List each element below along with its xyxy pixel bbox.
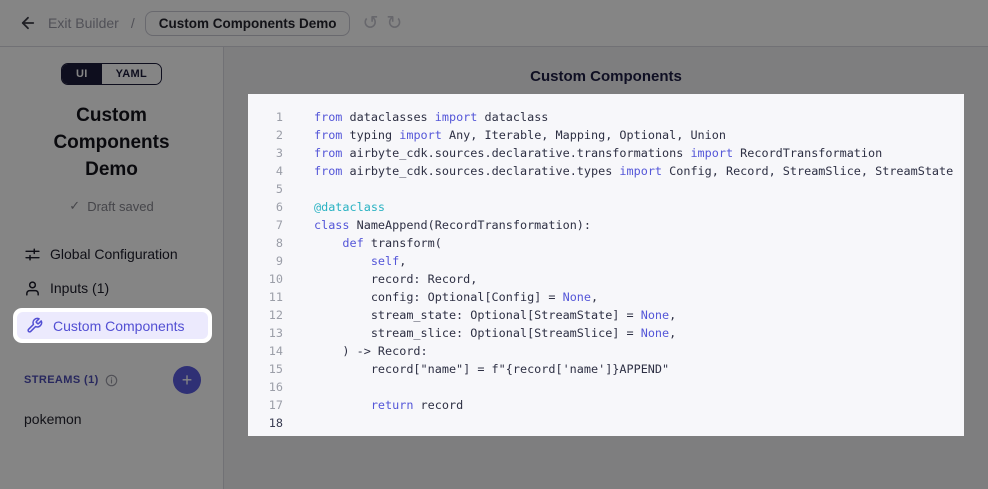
sidebar-item-label: Global Configuration xyxy=(50,246,178,262)
top-bar: Exit Builder / Custom Components Demo ↺ … xyxy=(0,0,988,47)
code-line[interactable]: 15 record["name"] = f"{record['name']}AP… xyxy=(248,360,964,378)
sidebar-item-label: Custom Components xyxy=(53,318,185,334)
line-number: 12 xyxy=(248,306,283,324)
code-line[interactable]: 13 stream_slice: Optional[StreamSlice] =… xyxy=(248,324,964,342)
line-number: 2 xyxy=(248,126,283,144)
body-layout: UI YAML Custom Components Demo ✓ Draft s… xyxy=(0,47,988,489)
code-line[interactable]: 14 ) -> Record: xyxy=(248,342,964,360)
info-icon[interactable] xyxy=(105,374,118,387)
code-line[interactable]: 4 from airbyte_cdk.sources.declarative.ty… xyxy=(248,162,964,180)
line-number: 7 xyxy=(248,216,283,234)
section-heading: Custom Components xyxy=(530,68,682,85)
streams-section-header: STREAMS (1) + xyxy=(0,366,223,394)
line-number: 17 xyxy=(248,396,283,414)
line-number: 3 xyxy=(248,144,283,162)
mode-toggle: UI YAML xyxy=(0,63,223,85)
line-number: 8 xyxy=(248,234,283,252)
code-text[interactable]: ) -> Record: xyxy=(314,342,428,360)
code-line[interactable]: 11 config: Optional[Config] = None, xyxy=(248,288,964,306)
code-line[interactable]: 18 xyxy=(248,414,964,432)
sidebar-nav: Global Configuration Inputs (1) Custom C… xyxy=(0,237,223,345)
code-text[interactable]: record["name"] = f"{record['name']}APPEN… xyxy=(314,360,669,378)
arrow-left-icon xyxy=(19,14,37,32)
sidebar-item-inputs[interactable]: Inputs (1) xyxy=(0,271,223,305)
tour-spotlight-ring: Custom Components xyxy=(13,308,212,343)
check-icon: ✓ xyxy=(69,198,80,214)
code-text[interactable]: from airbyte_cdk.sources.declarative.tra… xyxy=(314,144,882,162)
sliders-icon xyxy=(24,246,41,263)
breadcrumb-separator: / xyxy=(131,15,135,31)
line-number: 6 xyxy=(248,198,283,216)
line-number: 13 xyxy=(248,324,283,342)
draft-status-label: Draft saved xyxy=(87,199,153,214)
code-line[interactable]: 6 @dataclass xyxy=(248,198,964,216)
sidebar: UI YAML Custom Components Demo ✓ Draft s… xyxy=(0,47,224,489)
exit-builder-link[interactable]: Exit Builder xyxy=(48,15,119,31)
main-panel: Custom Components 1 from dataclasses impo… xyxy=(224,47,988,489)
code-editor[interactable]: 1 from dataclasses import dataclass 2 from … xyxy=(248,94,964,436)
line-number: 11 xyxy=(248,288,283,306)
line-number: 5 xyxy=(248,180,283,198)
line-number: 18 xyxy=(248,414,283,432)
code-text[interactable]: class NameAppend(RecordTransformation): xyxy=(314,216,591,234)
sidebar-item-global-configuration[interactable]: Global Configuration xyxy=(0,237,223,271)
project-title: Custom Components Demo xyxy=(37,102,187,183)
code-line[interactable]: 5 xyxy=(248,180,964,198)
code-line[interactable]: 17 return record xyxy=(248,396,964,414)
tab-yaml[interactable]: YAML xyxy=(102,64,161,84)
code-line[interactable]: 1 from dataclasses import dataclass xyxy=(248,108,964,126)
line-number: 4 xyxy=(248,162,283,180)
code-text[interactable]: self, xyxy=(314,252,406,270)
wrench-icon xyxy=(26,317,43,334)
tab-ui[interactable]: UI xyxy=(62,64,102,84)
code-text[interactable]: @dataclass xyxy=(314,198,385,216)
line-number: 9 xyxy=(248,252,283,270)
code-line[interactable]: 7 class NameAppend(RecordTransformation): xyxy=(248,216,964,234)
user-icon xyxy=(24,280,41,297)
code-text[interactable]: from dataclasses import dataclass xyxy=(314,108,548,126)
line-number: 1 xyxy=(248,108,283,126)
code-text[interactable]: from typing import Any, Iterable, Mappin… xyxy=(314,126,726,144)
code-text[interactable]: stream_state: Optional[StreamState] = No… xyxy=(314,306,676,324)
history-controls: ↺ ↻ xyxy=(362,14,402,33)
code-text[interactable]: record: Record, xyxy=(314,270,477,288)
project-name-input[interactable]: Custom Components Demo xyxy=(145,11,351,36)
line-number: 10 xyxy=(248,270,283,288)
code-text[interactable]: from airbyte_cdk.sources.declarative.typ… xyxy=(314,162,953,180)
redo-icon[interactable]: ↻ xyxy=(386,14,402,33)
connector-builder-app: Exit Builder / Custom Components Demo ↺ … xyxy=(0,0,988,489)
back-button[interactable] xyxy=(16,11,40,35)
code-text[interactable]: return record xyxy=(314,396,463,414)
code-line[interactable]: 10 record: Record, xyxy=(248,270,964,288)
code-line[interactable]: 9 self, xyxy=(248,252,964,270)
code-text[interactable]: def transform( xyxy=(314,234,442,252)
code-text[interactable]: stream_slice: Optional[StreamSlice] = No… xyxy=(314,324,676,342)
streams-header-label: STREAMS (1) xyxy=(24,374,99,386)
code-text[interactable]: config: Optional[Config] = None, xyxy=(314,288,598,306)
line-number: 16 xyxy=(248,378,283,396)
sidebar-item-custom-components[interactable]: Custom Components xyxy=(17,312,208,339)
code-line[interactable]: 3 from airbyte_cdk.sources.declarative.tr… xyxy=(248,144,964,162)
code-line[interactable]: 12 stream_state: Optional[StreamState] =… xyxy=(248,306,964,324)
code-line[interactable]: 16 xyxy=(248,378,964,396)
stream-item-pokemon[interactable]: pokemon xyxy=(0,411,223,427)
sidebar-item-label: Inputs (1) xyxy=(50,280,109,296)
add-stream-button[interactable]: + xyxy=(173,366,201,394)
code-line[interactable]: 2 from typing import Any, Iterable, Mappi… xyxy=(248,126,964,144)
undo-icon[interactable]: ↺ xyxy=(362,14,378,33)
code-line[interactable]: 8 def transform( xyxy=(248,234,964,252)
line-number: 15 xyxy=(248,360,283,378)
line-number: 14 xyxy=(248,342,283,360)
draft-status: ✓ Draft saved xyxy=(0,198,223,214)
